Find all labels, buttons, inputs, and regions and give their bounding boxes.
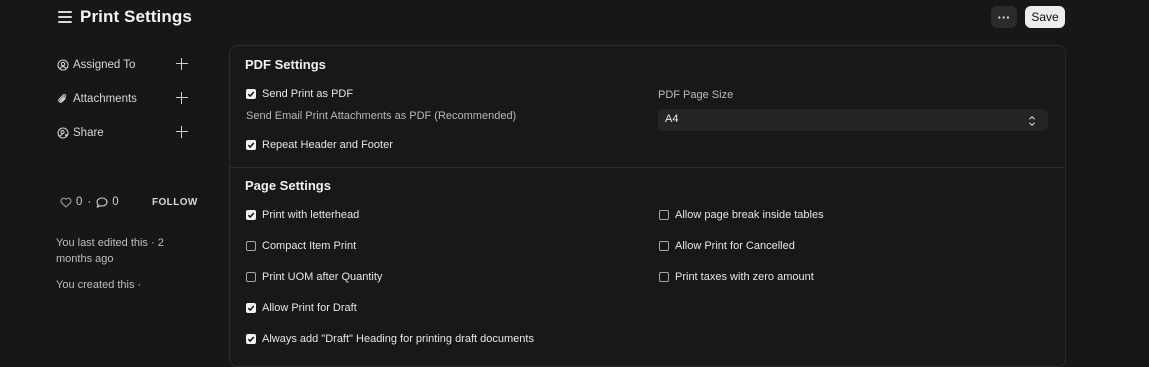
- user-plus-icon: [57, 59, 69, 71]
- add-attachment-icon[interactable]: [175, 91, 189, 105]
- add-share-icon[interactable]: [175, 125, 189, 139]
- allow-print-for-cancelled-checkbox[interactable]: Allow Print for Cancelled: [659, 240, 795, 252]
- save-button[interactable]: Save: [1025, 6, 1065, 28]
- add-assignee-icon[interactable]: [175, 57, 189, 71]
- last-edited-text: You last edited this · 2 months ago: [56, 237, 164, 265]
- sidebar-item-label: Attachments: [73, 93, 137, 105]
- compact-item-print-checkbox[interactable]: Compact Item Print: [246, 240, 356, 252]
- pdf-page-size-label: PDF Page Size: [658, 89, 734, 101]
- send-print-description: Send Email Print Attachments as PDF (Rec…: [246, 110, 517, 122]
- more-actions-button[interactable]: ···: [991, 6, 1017, 28]
- checkbox-label: Print taxes with zero amount: [675, 271, 814, 283]
- print-uom-after-quantity-checkbox[interactable]: Print UOM after Quantity: [246, 271, 382, 283]
- print-with-letterhead-checkbox[interactable]: Print with letterhead: [246, 209, 359, 221]
- menu-icon[interactable]: [58, 10, 72, 24]
- checkbox-label: Repeat Header and Footer: [262, 139, 393, 151]
- checkbox-icon[interactable]: [659, 272, 669, 282]
- paperclip-icon: [57, 93, 69, 105]
- separator: ·: [87, 196, 92, 208]
- checkbox-icon[interactable]: [246, 272, 256, 282]
- pdf-page-size-select[interactable]: A4: [658, 109, 1048, 131]
- checkbox-icon[interactable]: [246, 303, 256, 313]
- share-user-icon: [57, 127, 69, 139]
- checkbox-icon[interactable]: [659, 210, 669, 220]
- sidebar-item-label: Assigned To: [73, 59, 136, 71]
- checkbox-label: Print with letterhead: [262, 209, 360, 221]
- page-title: Print Settings: [80, 7, 192, 26]
- send-print-as-pdf-checkbox[interactable]: Send Print as PDF: [246, 88, 353, 100]
- checkbox-icon[interactable]: [659, 241, 669, 251]
- section-divider: [230, 167, 1064, 168]
- checkbox-label: Send Print as PDF: [262, 88, 354, 100]
- sidebar-item-attachments[interactable]: Attachments: [57, 90, 189, 108]
- checkbox-label: Allow Print for Cancelled: [675, 240, 795, 252]
- heart-icon[interactable]: [60, 197, 72, 208]
- engagement-stats: 0 · 0: [60, 196, 119, 208]
- print-taxes-with-zero-amount-checkbox[interactable]: Print taxes with zero amount: [659, 271, 814, 283]
- checkbox-label: Compact Item Print: [262, 240, 357, 252]
- checkbox-icon[interactable]: [246, 334, 256, 344]
- section-title-pdf-settings: PDF Settings: [245, 57, 326, 72]
- sidebar-item-label: Share: [73, 127, 104, 139]
- checkbox-label: Allow Print for Draft: [262, 302, 357, 314]
- section-title-page-settings: Page Settings: [245, 178, 331, 193]
- allow-print-for-draft-checkbox[interactable]: Allow Print for Draft: [246, 302, 357, 314]
- comment-icon[interactable]: [96, 196, 108, 208]
- follow-button[interactable]: FOLLOW: [152, 197, 198, 208]
- checkbox-icon[interactable]: [246, 140, 256, 150]
- always-add-draft-heading-checkbox[interactable]: Always add "Draft" Heading for printing …: [246, 333, 534, 345]
- comment-count: 0: [112, 196, 119, 208]
- checkbox-label: Print UOM after Quantity: [262, 271, 383, 283]
- chevron-up-down-icon: [1028, 114, 1036, 126]
- checkbox-icon[interactable]: [246, 89, 256, 99]
- checkbox-label: Always add "Draft" Heading for printing …: [262, 333, 534, 345]
- settings-card: [229, 45, 1066, 367]
- like-count: 0: [76, 196, 83, 208]
- checkbox-label: Allow page break inside tables: [675, 209, 824, 221]
- select-value: A4: [665, 113, 679, 125]
- checkbox-icon[interactable]: [246, 241, 256, 251]
- allow-page-break-inside-tables-checkbox[interactable]: Allow page break inside tables: [659, 209, 824, 221]
- checkbox-icon[interactable]: [246, 210, 256, 220]
- sidebar-item-share[interactable]: Share: [57, 124, 189, 142]
- created-text: You created this ·: [56, 279, 142, 291]
- repeat-header-footer-checkbox[interactable]: Repeat Header and Footer: [246, 139, 393, 151]
- sidebar-item-assigned-to[interactable]: Assigned To: [57, 56, 189, 74]
